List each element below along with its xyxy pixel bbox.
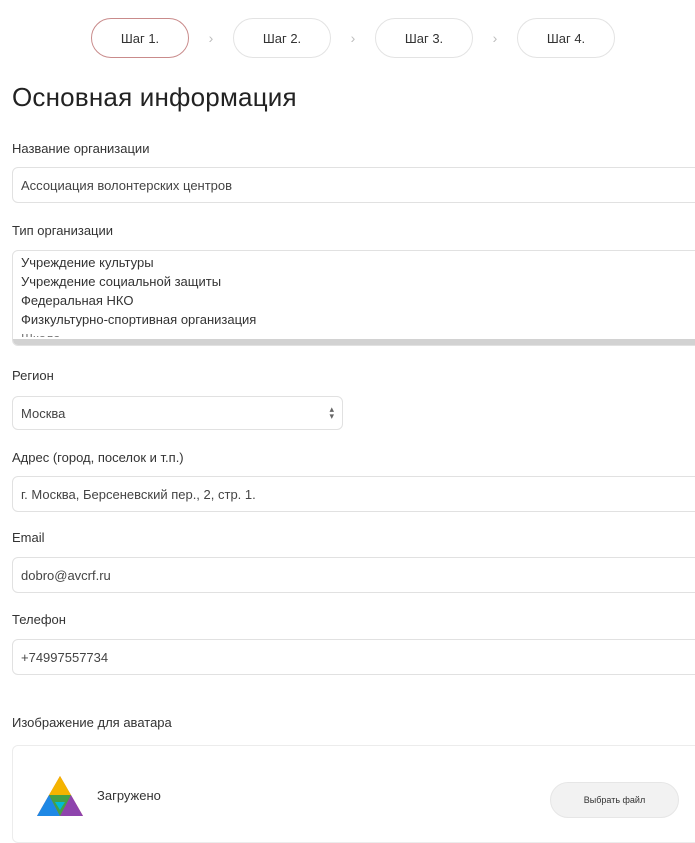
org-name-input[interactable]: Ассоциация волонтерских центров <box>12 167 695 203</box>
chevron-right-icon: › <box>492 30 498 46</box>
step-3-tab[interactable]: Шаг 3. <box>375 18 473 58</box>
email-label: Email <box>12 530 45 545</box>
step-1-tab[interactable]: Шаг 1. <box>91 18 189 58</box>
org-type-option[interactable]: Физкультурно-спортивная организация <box>13 310 695 329</box>
listbox-selection-highlight <box>13 339 695 345</box>
upload-status: Загружено <box>97 788 161 803</box>
avatar-label: Изображение для аватара <box>12 715 172 730</box>
address-value: г. Москва, Берсеневский пер., 2, стр. 1. <box>21 486 256 502</box>
step-indicator: Шаг 1. › Шаг 2. › Шаг 3. › Шаг 4. <box>91 16 615 60</box>
region-label: Регион <box>12 368 54 383</box>
step-2-tab[interactable]: Шаг 2. <box>233 18 331 58</box>
step-2-label: Шаг 2. <box>262 30 302 46</box>
region-value: Москва <box>21 405 66 421</box>
phone-input[interactable]: +74997557734 <box>12 639 695 675</box>
org-name-value: Ассоциация волонтерских центров <box>21 177 233 193</box>
org-type-option[interactable]: Федеральная НКО <box>13 291 695 310</box>
phone-value: +74997557734 <box>21 649 109 665</box>
address-label: Адрес (город, поселок и т.п.) <box>12 450 184 465</box>
step-4-tab[interactable]: Шаг 4. <box>517 18 615 58</box>
org-type-listbox[interactable]: Учреждение культуры Учреждение социально… <box>12 250 695 346</box>
avatar-upload-box: Загружено Выбрать файл <box>12 745 695 843</box>
address-input[interactable]: г. Москва, Берсеневский пер., 2, стр. 1. <box>12 476 695 512</box>
select-arrows-icon: ▴ ▾ <box>329 404 334 421</box>
org-type-label: Тип организации <box>12 223 114 238</box>
email-value: dobro@avcrf.ru <box>21 567 111 583</box>
avatar-logo-icon <box>37 776 83 816</box>
step-3-label: Шаг 3. <box>404 30 444 46</box>
org-type-option[interactable]: Школа <box>13 329 695 337</box>
org-type-option[interactable]: Учреждение культуры <box>13 253 695 272</box>
chevron-right-icon: › <box>208 30 214 46</box>
phone-label: Телефон <box>12 612 66 627</box>
step-1-label: Шаг 1. <box>120 30 160 46</box>
email-input[interactable]: dobro@avcrf.ru <box>12 557 695 593</box>
page-title: Основная информация <box>12 82 297 112</box>
region-select[interactable]: Москва ▴ ▾ <box>12 396 343 430</box>
chevron-right-icon: › <box>350 30 356 46</box>
choose-file-button[interactable]: Выбрать файл <box>550 782 679 818</box>
org-type-option[interactable]: Учреждение социальной защиты <box>13 272 695 291</box>
step-4-label: Шаг 4. <box>546 30 586 46</box>
org-name-label: Название организации <box>12 141 150 156</box>
